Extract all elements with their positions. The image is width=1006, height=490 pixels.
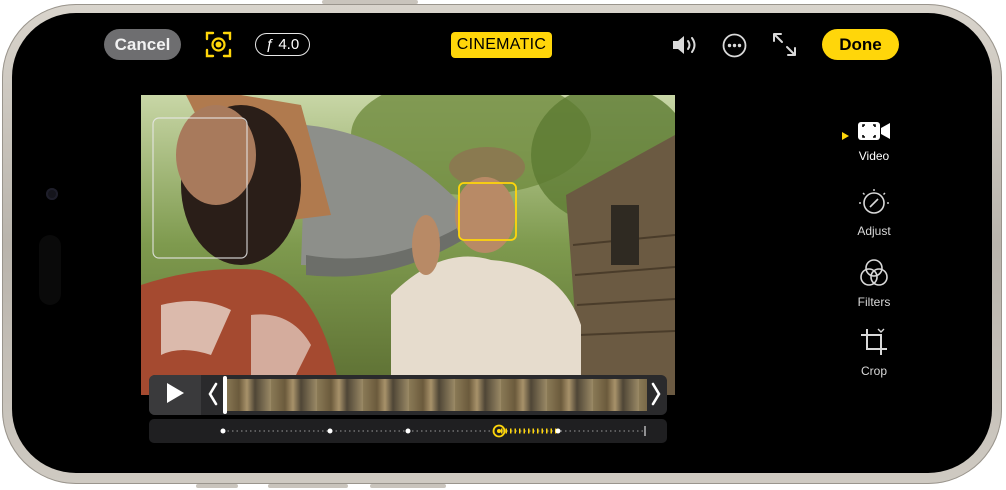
trim-handle-left[interactable] (208, 381, 218, 413)
tool-adjust-label: Adjust (857, 224, 891, 238)
screen: Cancel ƒ 4.0 CINEMATIC Done Video Adjust… (12, 13, 992, 473)
tool-video[interactable]: Video (839, 120, 909, 163)
focus-keyframe[interactable] (405, 428, 411, 434)
focus-keyframe[interactable] (555, 428, 561, 434)
side-button-bottom-3 (370, 484, 446, 488)
aperture-button[interactable]: ƒ 4.0 (255, 33, 310, 56)
video-icon (857, 120, 891, 145)
more-ellipsis-icon[interactable] (722, 33, 747, 63)
video-filmstrip[interactable] (225, 379, 647, 411)
playhead[interactable] (223, 376, 227, 414)
trim-handle-right[interactable] (651, 381, 661, 413)
tool-adjust[interactable]: Adjust (839, 189, 909, 238)
play-button[interactable] (149, 375, 201, 415)
tool-crop-label: Crop (860, 364, 887, 378)
crop-icon (859, 327, 889, 360)
tool-filters[interactable]: Filters (839, 258, 909, 309)
dynamic-island (39, 235, 61, 305)
adjust-icon (859, 189, 889, 220)
tool-filters-label: Filters (857, 295, 891, 309)
focus-tracking-icon[interactable] (205, 31, 232, 58)
play-icon (165, 382, 185, 409)
cinematic-mode-badge[interactable]: CINEMATIC (451, 32, 552, 58)
filters-icon (859, 258, 889, 291)
tool-crop[interactable]: Crop (839, 327, 909, 378)
timeline-scrubber[interactable] (149, 375, 667, 415)
focus-keyframe[interactable] (327, 428, 333, 434)
focus-keyframe[interactable] (220, 428, 226, 434)
done-button[interactable]: Done (822, 29, 899, 60)
front-camera (46, 188, 58, 200)
side-button-bottom-1 (196, 484, 238, 488)
side-button-bottom-2 (268, 484, 348, 488)
cancel-button[interactable]: Cancel (104, 29, 181, 60)
side-button-top-1 (322, 0, 418, 4)
expand-arrows-icon[interactable] (772, 32, 797, 62)
focus-point-track[interactable] (149, 419, 667, 443)
video-preview[interactable] (141, 95, 675, 395)
tool-video-label: Video (858, 149, 890, 163)
speaker-icon[interactable] (670, 33, 700, 62)
